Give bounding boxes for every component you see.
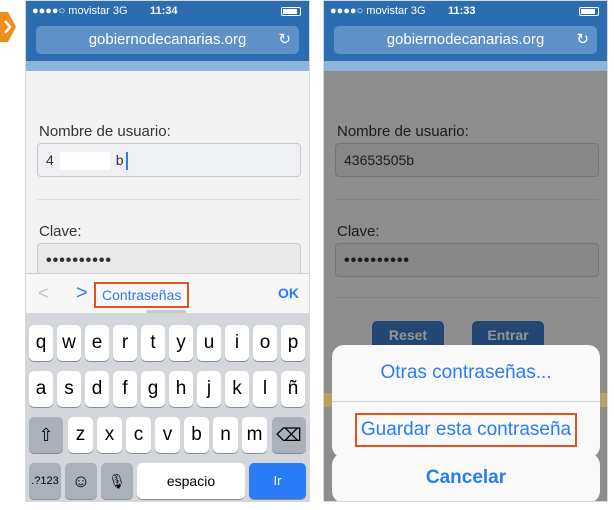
emoji-icon[interactable]: ☺ bbox=[65, 463, 97, 499]
browser-toolbar: gobiernodecanarias.org ↻ bbox=[26, 21, 309, 61]
go-key[interactable]: Ir bbox=[249, 463, 306, 499]
numbers-key[interactable]: .?123 bbox=[29, 463, 61, 499]
space-key[interactable]: espacio bbox=[137, 463, 245, 499]
page-header-strip bbox=[26, 61, 309, 71]
key[interactable]: s bbox=[57, 371, 81, 407]
keyboard: q w e r t y u i o p a s d f g h j k l ñ … bbox=[26, 313, 309, 501]
key[interactable]: w bbox=[57, 325, 81, 361]
clock: 11:33 bbox=[448, 5, 476, 17]
text-cursor bbox=[125, 152, 128, 171]
browser-toolbar: gobiernodecanarias.org ↻ bbox=[324, 21, 607, 61]
reload-icon[interactable]: ↻ bbox=[576, 26, 589, 54]
carrier-signal: ●●●●○ movistar 3G bbox=[32, 5, 128, 17]
page-header-strip bbox=[324, 61, 607, 71]
save-password-label: Guardar esta contraseña bbox=[354, 413, 578, 447]
backspace-key[interactable]: ⌫ bbox=[272, 417, 306, 453]
key[interactable]: j bbox=[197, 371, 221, 407]
action-sheet: Otras contraseñas... Guardar esta contra… bbox=[332, 345, 600, 458]
ok-button[interactable]: OK bbox=[278, 285, 299, 301]
next-arrow-icon bbox=[0, 12, 16, 42]
key[interactable]: c bbox=[126, 417, 151, 453]
key[interactable]: g bbox=[141, 371, 165, 407]
clock: 11:34 bbox=[150, 5, 178, 17]
cancel-sheet: Cancelar bbox=[332, 453, 600, 501]
username-prefix: 4 bbox=[46, 152, 54, 168]
key[interactable]: e bbox=[85, 325, 109, 361]
save-password-option[interactable]: Guardar esta contraseña bbox=[332, 402, 600, 458]
cancel-button[interactable]: Cancelar bbox=[332, 453, 600, 501]
key[interactable]: m bbox=[242, 417, 267, 453]
battery-icon bbox=[281, 7, 301, 16]
key[interactable]: n bbox=[213, 417, 238, 453]
status-bar: ●●●●○ movistar 3G 11:33 bbox=[324, 1, 607, 21]
key[interactable]: k bbox=[225, 371, 249, 407]
key[interactable]: p bbox=[281, 325, 305, 361]
key[interactable]: t bbox=[141, 325, 165, 361]
password-field[interactable]: •••••••••• bbox=[37, 243, 301, 277]
previous-field-icon[interactable]: < bbox=[38, 283, 49, 304]
passwords-button[interactable]: Contraseñas bbox=[94, 282, 190, 308]
key[interactable]: y bbox=[169, 325, 193, 361]
right-screenshot: ●●●●○ movistar 3G 11:33 gobiernodecanari… bbox=[323, 0, 608, 502]
key[interactable]: d bbox=[85, 371, 109, 407]
reload-icon[interactable]: ↻ bbox=[278, 26, 291, 54]
address-bar[interactable]: gobiernodecanarias.org ↻ bbox=[334, 26, 597, 54]
carrier-signal: ●●●●○ movistar 3G bbox=[330, 5, 426, 17]
key[interactable]: f bbox=[113, 371, 137, 407]
password-label: Clave: bbox=[39, 223, 82, 240]
username-redaction bbox=[59, 152, 110, 171]
url-text: gobiernodecanarias.org bbox=[88, 31, 247, 48]
key[interactable]: z bbox=[68, 417, 93, 453]
divider bbox=[37, 199, 301, 200]
key[interactable]: u bbox=[197, 325, 221, 361]
key[interactable]: i bbox=[225, 325, 249, 361]
username-field[interactable]: 4b bbox=[37, 143, 301, 177]
key[interactable]: v bbox=[155, 417, 180, 453]
username-label: Nombre de usuario: bbox=[39, 123, 171, 140]
key[interactable]: r bbox=[113, 325, 137, 361]
key[interactable]: ñ bbox=[281, 371, 305, 407]
username-suffix: b bbox=[115, 152, 124, 168]
key[interactable]: x bbox=[97, 417, 122, 453]
password-value: •••••••••• bbox=[46, 252, 113, 269]
battery-icon bbox=[579, 7, 599, 16]
key[interactable]: o bbox=[253, 325, 277, 361]
key[interactable]: h bbox=[169, 371, 193, 407]
key[interactable]: a bbox=[29, 371, 53, 407]
key[interactable]: b bbox=[184, 417, 209, 453]
url-text: gobiernodecanarias.org bbox=[386, 31, 545, 48]
status-bar: ●●●●○ movistar 3G 11:34 bbox=[26, 1, 309, 21]
microphone-icon[interactable]: 🎙 bbox=[101, 463, 133, 499]
key[interactable]: q bbox=[29, 325, 53, 361]
shift-key[interactable]: ⇧ bbox=[29, 417, 63, 453]
left-screenshot: ●●●●○ movistar 3G 11:34 gobiernodecanari… bbox=[25, 0, 310, 502]
key[interactable]: l bbox=[253, 371, 277, 407]
other-passwords-option[interactable]: Otras contraseñas... bbox=[332, 345, 600, 401]
keyboard-accessory-bar: < > Contraseñas OK bbox=[26, 273, 309, 314]
next-field-icon[interactable]: > bbox=[76, 282, 88, 305]
address-bar[interactable]: gobiernodecanarias.org ↻ bbox=[36, 26, 299, 54]
